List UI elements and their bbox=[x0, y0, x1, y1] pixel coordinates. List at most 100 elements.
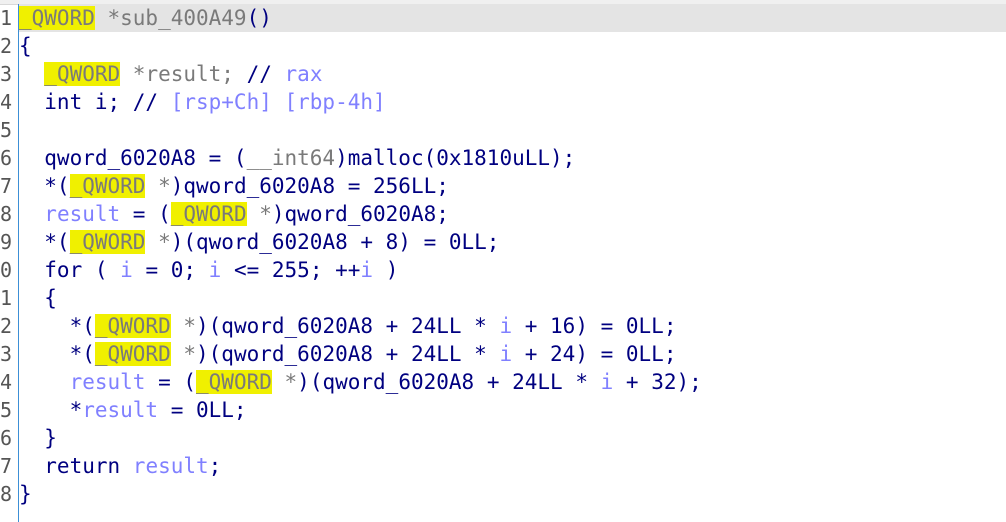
code-line[interactable]: 7 *(_QWORD *)qword_6020A8 = 256LL; bbox=[0, 172, 1006, 200]
line-number: 3 bbox=[0, 342, 13, 366]
code-line[interactable]: 2{ bbox=[0, 32, 1006, 60]
line-number: 1 bbox=[0, 6, 13, 30]
code-line[interactable]: 1 { bbox=[0, 284, 1006, 312]
variable-token[interactable]: i bbox=[360, 258, 373, 282]
code-token[interactable]: )malloc(0x1810uLL); bbox=[335, 146, 575, 170]
code-token[interactable]: )qword_6020A8 = 256LL; bbox=[171, 174, 449, 198]
code-token[interactable]: for ( bbox=[19, 258, 120, 282]
pseudocode-view[interactable]: 1 _QWORD *sub_400A49() 2{3 _QWORD *result;… bbox=[0, 4, 1006, 508]
code-token[interactable]: } bbox=[19, 426, 57, 450]
line-number: 4 bbox=[0, 370, 13, 394]
variable-token[interactable]: i bbox=[499, 314, 512, 338]
variable-token[interactable]: i bbox=[209, 258, 222, 282]
code-token[interactable]: *( bbox=[19, 342, 95, 366]
code-token[interactable]: *( bbox=[19, 314, 95, 338]
variable-token[interactable]: [rsp+Ch] [rbp-4h] bbox=[171, 90, 386, 114]
code-line[interactable]: 0 for ( i = 0; i <= 255; ++i ) bbox=[0, 256, 1006, 284]
code-token[interactable]: { bbox=[19, 286, 57, 310]
code-line[interactable]: 3 *(_QWORD *)(qword_6020A8 + 24LL * i + … bbox=[0, 340, 1006, 368]
code-token[interactable]: *( bbox=[19, 230, 69, 254]
line-number: 6 bbox=[0, 146, 13, 170]
variable-token[interactable]: result bbox=[133, 454, 209, 478]
highlighted-token[interactable]: _QWORD bbox=[69, 230, 146, 254]
variable-token[interactable]: result bbox=[82, 398, 158, 422]
code-token[interactable]: () bbox=[247, 6, 272, 30]
highlighted-token[interactable]: _QWORD bbox=[44, 62, 121, 86]
code-token[interactable]: * bbox=[272, 370, 298, 394]
code-line[interactable]: 8 result = (_QWORD *)qword_6020A8; bbox=[0, 200, 1006, 228]
line-number: 5 bbox=[0, 118, 13, 142]
code-token[interactable]: * bbox=[145, 174, 171, 198]
line-number: 0 bbox=[0, 258, 13, 282]
code-line[interactable]: 4 result = (_QWORD *)(qword_6020A8 + 24L… bbox=[0, 368, 1006, 396]
highlighted-token[interactable]: _QWORD bbox=[69, 174, 146, 198]
code-token[interactable]: )(qword_6020A8 + 24LL * bbox=[196, 342, 499, 366]
code-line[interactable]: 2 *(_QWORD *)(qword_6020A8 + 24LL * i + … bbox=[0, 312, 1006, 340]
code-line[interactable]: 6 qword_6020A8 = (__int64)malloc(0x1810u… bbox=[0, 144, 1006, 172]
variable-token[interactable]: i bbox=[499, 342, 512, 366]
code-token[interactable]: * bbox=[247, 202, 272, 226]
variable-token[interactable]: result bbox=[44, 202, 120, 226]
code-line[interactable]: 5 bbox=[0, 116, 1006, 144]
code-token[interactable]: * bbox=[19, 398, 83, 422]
code-token[interactable]: + 32); bbox=[613, 370, 702, 394]
line-number: 7 bbox=[0, 174, 13, 198]
code-token[interactable]: *result; bbox=[120, 62, 246, 86]
code-line[interactable]: 3 _QWORD *result; // rax bbox=[0, 60, 1006, 88]
variable-token[interactable]: result bbox=[70, 370, 146, 394]
code-token[interactable]: int i; // bbox=[19, 90, 171, 114]
highlighted-token[interactable]: _QWORD bbox=[196, 370, 272, 394]
code-token[interactable]: + 16) = 0LL; bbox=[512, 314, 677, 338]
code-token[interactable] bbox=[19, 202, 44, 226]
code-token[interactable]: * bbox=[171, 342, 196, 366]
line-number: 2 bbox=[0, 34, 13, 58]
code-token[interactable]: qword_6020A8 = ( bbox=[19, 146, 246, 170]
code-token[interactable]: = 0LL; bbox=[158, 398, 247, 422]
code-token[interactable]: = 0; bbox=[133, 258, 209, 282]
code-token[interactable]: * bbox=[145, 230, 171, 254]
highlighted-token[interactable]: _QWORD bbox=[19, 6, 95, 30]
code-token[interactable]: = ( bbox=[145, 370, 196, 394]
code-token[interactable]: )(qword_6020A8 + 24LL * bbox=[297, 370, 600, 394]
code-token[interactable]: { bbox=[19, 34, 32, 58]
code-token[interactable]: = ( bbox=[120, 202, 171, 226]
code-token[interactable]: + 24) = 0LL; bbox=[512, 342, 677, 366]
code-token[interactable]: *sub_400A49 bbox=[95, 6, 247, 30]
code-line[interactable]: 5 *result = 0LL; bbox=[0, 396, 1006, 424]
code-token[interactable]: } bbox=[19, 482, 32, 506]
line-number: 1 bbox=[0, 286, 13, 310]
line-number: 5 bbox=[0, 398, 13, 422]
code-token[interactable]: * bbox=[171, 314, 196, 338]
highlighted-token[interactable]: _QWORD bbox=[94, 314, 171, 338]
variable-token[interactable]: i bbox=[601, 370, 614, 394]
code-token[interactable]: ) bbox=[373, 258, 399, 282]
code-line[interactable]: 1 _QWORD *sub_400A49() bbox=[0, 4, 1006, 32]
code-token[interactable]: )(qword_6020A8 + 8) = 0LL; bbox=[171, 230, 500, 254]
code-token[interactable]: *( bbox=[19, 174, 69, 198]
code-token[interactable] bbox=[19, 62, 44, 86]
highlighted-token[interactable]: _QWORD bbox=[170, 202, 247, 226]
line-number: 6 bbox=[0, 426, 13, 450]
line-number: 2 bbox=[0, 314, 13, 338]
highlighted-token[interactable]: _QWORD bbox=[94, 342, 171, 366]
line-number: 8 bbox=[0, 482, 13, 506]
line-number: 7 bbox=[0, 454, 13, 478]
line-number: 3 bbox=[0, 62, 13, 86]
line-number: 8 bbox=[0, 202, 13, 226]
code-token[interactable]: )(qword_6020A8 + 24LL * bbox=[196, 314, 499, 338]
variable-token[interactable]: rax bbox=[285, 62, 323, 86]
code-token[interactable]: ; bbox=[209, 454, 222, 478]
code-token[interactable]: // bbox=[247, 62, 285, 86]
variable-token[interactable]: i bbox=[120, 258, 133, 282]
code-line[interactable]: 4 int i; // [rsp+Ch] [rbp-4h] bbox=[0, 88, 1006, 116]
line-number: 9 bbox=[0, 230, 13, 254]
code-line[interactable]: 7 return result; bbox=[0, 452, 1006, 480]
code-token[interactable]: return bbox=[19, 454, 133, 478]
code-token[interactable] bbox=[19, 370, 70, 394]
code-token[interactable]: )qword_6020A8; bbox=[272, 202, 449, 226]
code-line[interactable]: 6 } bbox=[0, 424, 1006, 452]
code-line[interactable]: 8} bbox=[0, 480, 1006, 508]
code-token[interactable]: __int64 bbox=[247, 146, 336, 170]
code-token[interactable]: <= 255; ++ bbox=[221, 258, 360, 282]
code-line[interactable]: 9 *(_QWORD *)(qword_6020A8 + 8) = 0LL; bbox=[0, 228, 1006, 256]
